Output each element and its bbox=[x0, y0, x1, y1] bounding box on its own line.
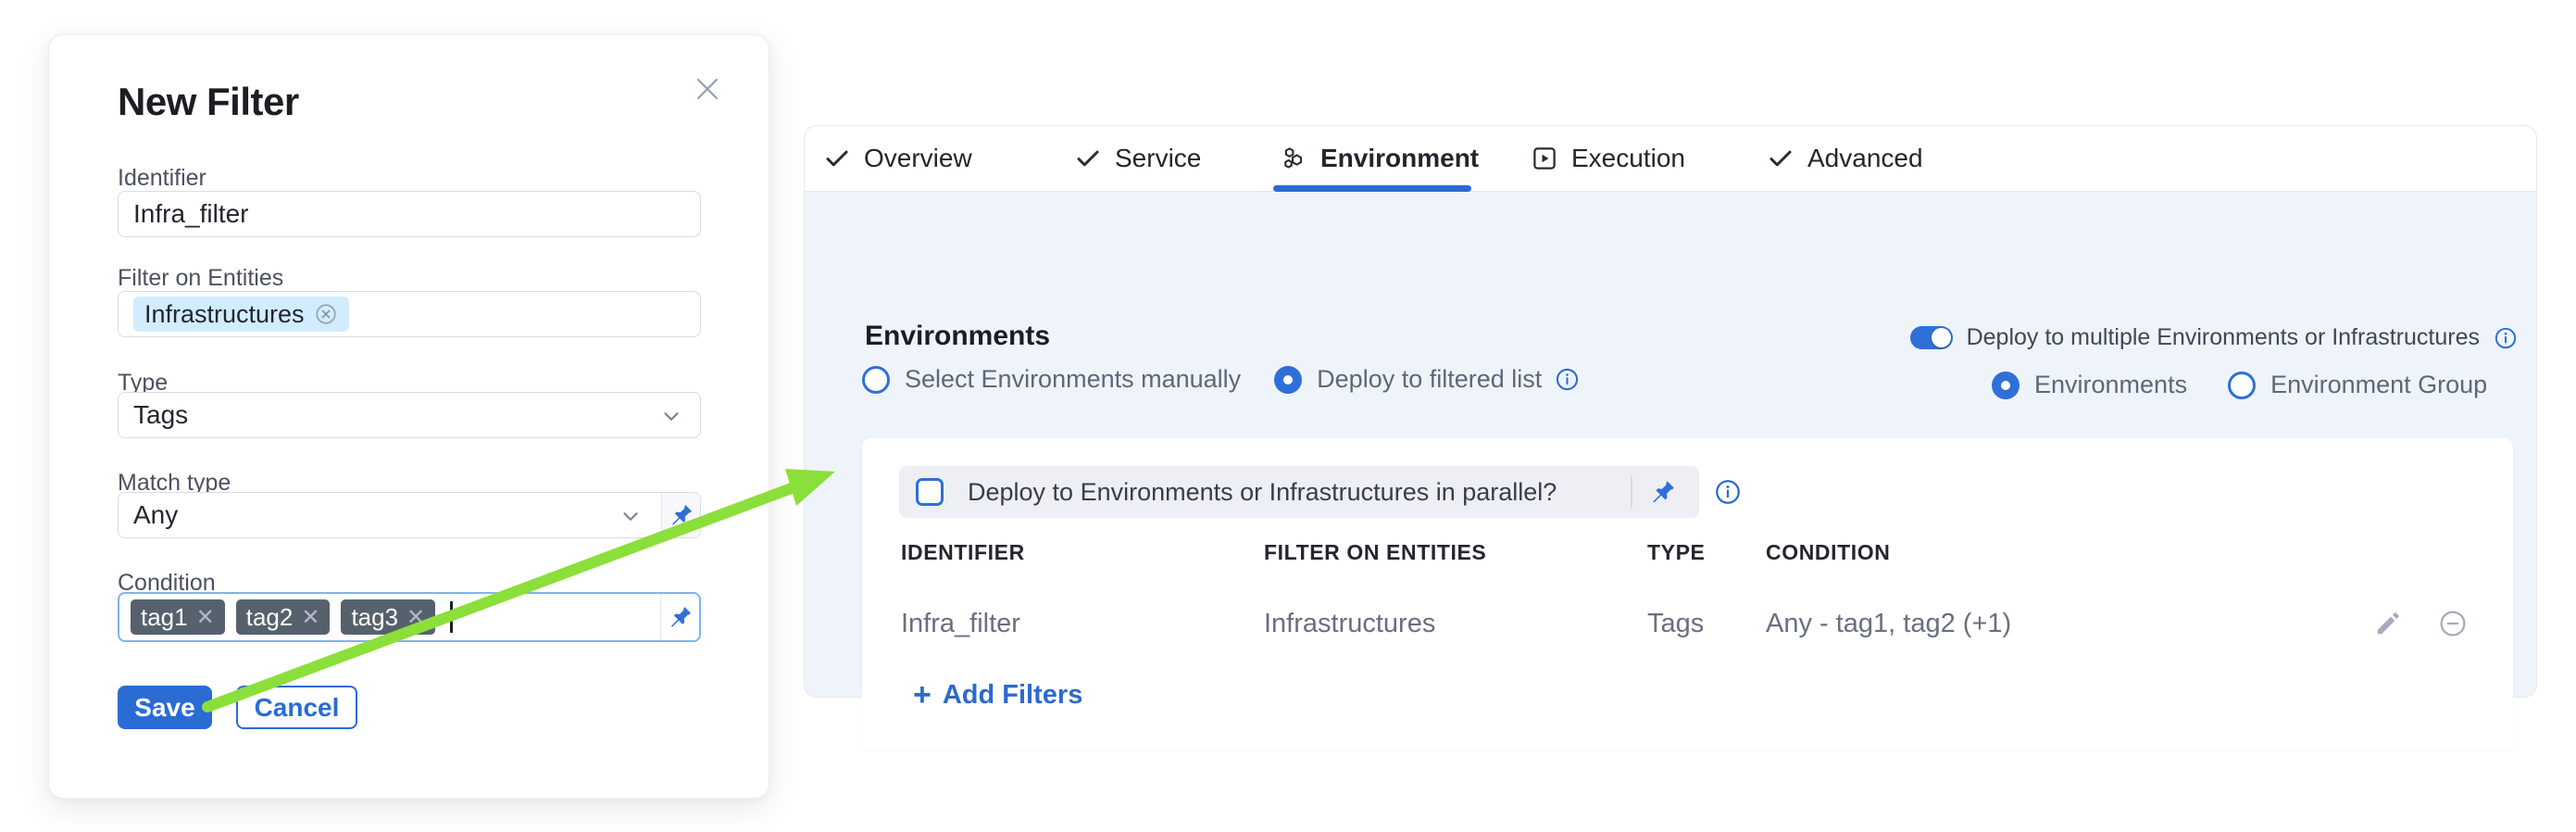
tab-label: Advanced bbox=[1807, 144, 1923, 173]
tag-label: tag3 bbox=[351, 603, 398, 632]
radio-environment-group[interactable] bbox=[2228, 372, 2256, 399]
tab-service[interactable]: Service bbox=[1074, 126, 1201, 191]
match-type-select[interactable]: Any bbox=[118, 492, 701, 538]
tag-label: tag1 bbox=[141, 603, 188, 632]
add-filters-button[interactable]: + Add Filters bbox=[913, 679, 1082, 711]
identifier-input[interactable]: Infra_filter bbox=[118, 191, 701, 237]
info-icon[interactable] bbox=[1555, 367, 1580, 392]
stage-tabbar: Overview Service Environment bbox=[805, 126, 2536, 192]
filter-on-entities-label: Filter on Entities bbox=[118, 265, 283, 292]
execution-icon bbox=[1531, 145, 1558, 172]
match-type-value: Any bbox=[133, 500, 178, 530]
close-icon[interactable] bbox=[687, 69, 728, 109]
pipeline-stage-panel: Overview Service Environment bbox=[804, 125, 2537, 698]
tag-label: tag2 bbox=[246, 603, 294, 632]
tab-environment[interactable]: Environment bbox=[1280, 126, 1479, 191]
type-select[interactable]: Tags bbox=[118, 392, 701, 438]
tag-remove-icon[interactable]: ✕ bbox=[301, 604, 319, 631]
divider bbox=[1631, 475, 1632, 509]
entity-chip-label: Infrastructures bbox=[144, 300, 305, 329]
parallel-checkbox[interactable] bbox=[916, 478, 944, 506]
entity-chip: Infrastructures bbox=[133, 296, 349, 332]
save-button[interactable]: Save bbox=[118, 686, 212, 729]
parallel-checkbox-label: Deploy to Environments or Infrastructure… bbox=[968, 478, 1557, 507]
env-group-radios: Environments Environment Group bbox=[1992, 371, 2487, 399]
toggle-knob bbox=[1932, 328, 1951, 347]
radio-deploy-filtered[interactable] bbox=[1274, 366, 1302, 394]
tag-remove-icon[interactable]: ✕ bbox=[196, 604, 215, 631]
tab-execution[interactable]: Execution bbox=[1531, 126, 1685, 191]
radio-label: Deploy to filtered list bbox=[1317, 365, 1542, 394]
multi-env-toggle[interactable] bbox=[1910, 326, 1953, 349]
cancel-button[interactable]: Cancel bbox=[236, 686, 357, 729]
condition-input[interactable]: tag1 ✕ tag2 ✕ tag3 ✕ bbox=[118, 592, 701, 642]
column-header: TYPE bbox=[1647, 540, 1705, 565]
cell-filter-on-entities: Infrastructures bbox=[1264, 609, 1435, 639]
multi-env-toggle-row: Deploy to multiple Environments or Infra… bbox=[1910, 324, 2518, 351]
cell-condition: Any - tag1, tag2 (+1) bbox=[1766, 609, 2011, 639]
remove-filter-icon[interactable] bbox=[2438, 609, 2468, 638]
check-icon bbox=[1767, 145, 1794, 172]
chip-remove-icon[interactable] bbox=[314, 302, 338, 326]
chevron-down-icon bbox=[659, 404, 683, 428]
type-value: Tags bbox=[133, 400, 188, 430]
cell-type: Tags bbox=[1647, 609, 1704, 639]
add-filters-label: Add Filters bbox=[943, 680, 1082, 711]
column-header: IDENTIFIER bbox=[901, 540, 1025, 565]
parallel-deploy-row: Deploy to Environments or Infrastructure… bbox=[899, 466, 1699, 518]
tab-label: Execution bbox=[1571, 144, 1685, 173]
identifier-label: Identifier bbox=[118, 165, 206, 192]
tab-label: Overview bbox=[864, 144, 972, 173]
environment-icon bbox=[1280, 145, 1307, 172]
active-tab-indicator bbox=[1273, 185, 1471, 192]
tab-overview[interactable]: Overview bbox=[823, 126, 972, 191]
filters-card: Deploy to Environments or Infrastructure… bbox=[862, 438, 2513, 750]
tag-remove-icon[interactable]: ✕ bbox=[406, 604, 425, 631]
new-filter-modal: New Filter Identifier Infra_filter Filte… bbox=[48, 34, 769, 799]
check-icon bbox=[823, 145, 851, 172]
edit-filter-icon[interactable] bbox=[2373, 609, 2403, 638]
radio-label: Select Environments manually bbox=[905, 365, 1241, 394]
tag-chip: tag3 ✕ bbox=[341, 599, 435, 635]
tab-advanced[interactable]: Advanced bbox=[1767, 126, 1923, 191]
page: New Filter Identifier Infra_filter Filte… bbox=[0, 0, 2576, 832]
identifier-value: Infra_filter bbox=[133, 199, 249, 229]
check-icon bbox=[1074, 145, 1102, 172]
tag-chip: tag2 ✕ bbox=[236, 599, 331, 635]
radio-label: Environments bbox=[2034, 371, 2187, 399]
pin-icon[interactable] bbox=[1649, 478, 1677, 506]
column-header: CONDITION bbox=[1766, 540, 1890, 565]
environment-mode-radios: Select Environments manually Deploy to f… bbox=[862, 365, 1580, 394]
info-icon[interactable] bbox=[2494, 326, 2518, 350]
cell-identifier: Infra_filter bbox=[901, 609, 1020, 639]
environment-tab-content: Environments Select Environments manuall… bbox=[805, 192, 2536, 698]
plus-icon: + bbox=[913, 679, 932, 711]
info-icon[interactable] bbox=[1714, 478, 1742, 506]
radio-label: Environment Group bbox=[2270, 371, 2487, 399]
tag-chip: tag1 ✕ bbox=[131, 599, 225, 635]
column-header: FILTER ON ENTITIES bbox=[1264, 540, 1486, 565]
chevron-down-icon bbox=[619, 504, 643, 528]
filter-on-entities-input[interactable]: Infrastructures bbox=[118, 291, 701, 337]
toggle-label: Deploy to multiple Environments or Infra… bbox=[1967, 324, 2480, 351]
environments-heading: Environments bbox=[865, 321, 1050, 352]
modal-title: New Filter bbox=[118, 80, 299, 124]
text-caret bbox=[450, 601, 453, 633]
radio-environments[interactable] bbox=[1992, 372, 2020, 399]
pin-icon[interactable] bbox=[661, 493, 700, 537]
tab-label: Environment bbox=[1320, 144, 1479, 173]
pin-icon[interactable] bbox=[660, 594, 699, 640]
radio-select-manually[interactable] bbox=[862, 366, 890, 394]
tab-label: Service bbox=[1115, 144, 1201, 173]
